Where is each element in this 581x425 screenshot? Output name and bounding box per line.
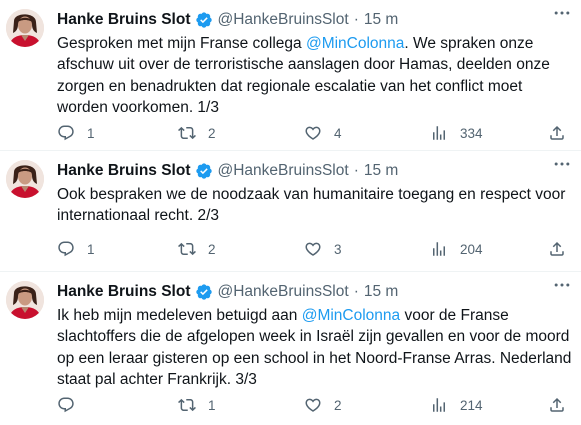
share-button[interactable] bbox=[548, 238, 566, 260]
avatar[interactable] bbox=[6, 160, 44, 198]
more-options-icon[interactable] bbox=[551, 155, 573, 173]
timestamp[interactable]: 15 m bbox=[364, 11, 398, 29]
reply-button[interactable]: 1 bbox=[57, 238, 95, 260]
separator: · bbox=[353, 11, 359, 28]
avatar[interactable] bbox=[6, 281, 44, 319]
heart-icon bbox=[304, 124, 322, 142]
retweet-button[interactable]: 1 bbox=[178, 394, 216, 416]
share-button[interactable] bbox=[548, 122, 566, 144]
retweet-count: 2 bbox=[208, 241, 216, 257]
verified-badge-icon bbox=[195, 11, 213, 29]
heart-icon bbox=[304, 240, 322, 258]
tweet[interactable]: Hanke Bruins Slot @HankeBruinsSlot · 15 … bbox=[0, 0, 581, 151]
retweet-icon bbox=[178, 396, 196, 414]
reply-count: 1 bbox=[87, 241, 95, 257]
tweet-text: Gesproken met mijn Franse collega @MinCo… bbox=[57, 33, 573, 118]
verified-badge-icon bbox=[195, 283, 213, 301]
more-options-icon[interactable] bbox=[551, 276, 573, 294]
views-chart-icon bbox=[430, 396, 448, 414]
share-icon bbox=[548, 396, 566, 414]
separator: · bbox=[353, 283, 359, 300]
share-icon bbox=[548, 124, 566, 142]
tweet-actions: 1 2 3 204 bbox=[0, 238, 581, 260]
views-chart-icon bbox=[430, 240, 448, 258]
retweet-count: 2 bbox=[208, 125, 216, 141]
tweet-actions: 1 2 4 334 bbox=[0, 122, 581, 144]
tweet-actions: 1 2 214 bbox=[0, 394, 581, 416]
reply-icon bbox=[57, 124, 75, 142]
share-icon bbox=[548, 240, 566, 258]
retweet-button[interactable]: 2 bbox=[178, 122, 216, 144]
reply-icon bbox=[57, 240, 75, 258]
author-name[interactable]: Hanke Bruins Slot bbox=[57, 11, 191, 29]
view-count: 334 bbox=[460, 125, 483, 141]
avatar[interactable] bbox=[6, 9, 44, 47]
tweet[interactable]: Hanke Bruins Slot @HankeBruinsSlot · 15 … bbox=[0, 272, 581, 425]
retweet-count: 1 bbox=[208, 397, 216, 413]
more-options-icon[interactable] bbox=[551, 4, 573, 22]
tweet-text-part: Gesproken met mijn Franse collega bbox=[57, 35, 306, 52]
views-button[interactable]: 334 bbox=[430, 122, 483, 144]
retweet-icon bbox=[178, 124, 196, 142]
share-button[interactable] bbox=[548, 394, 566, 416]
tweet-text-part: Ook bespraken we de noodzaak van humanit… bbox=[57, 186, 570, 225]
tweet-text: Ik heb mijn medeleven betuigd aan @MinCo… bbox=[57, 305, 573, 390]
separator: · bbox=[353, 162, 359, 179]
like-button[interactable]: 2 bbox=[304, 394, 342, 416]
author-handle[interactable]: @HankeBruinsSlot bbox=[218, 162, 349, 180]
author-handle[interactable]: @HankeBruinsSlot bbox=[218, 283, 349, 301]
heart-icon bbox=[304, 396, 322, 414]
mention-link[interactable]: @MinColonna bbox=[306, 35, 404, 52]
views-chart-icon bbox=[430, 124, 448, 142]
author-handle[interactable]: @HankeBruinsSlot bbox=[218, 11, 349, 29]
author-name[interactable]: Hanke Bruins Slot bbox=[57, 283, 191, 301]
tweet-text-part: Ik heb mijn medeleven betuigd aan bbox=[57, 307, 302, 324]
view-count: 204 bbox=[460, 241, 483, 257]
verified-badge-icon bbox=[195, 162, 213, 180]
like-count: 2 bbox=[334, 397, 342, 413]
tweet-text: Ook bespraken we de noodzaak van humanit… bbox=[57, 184, 573, 227]
tweet-header: Hanke Bruins Slot @HankeBruinsSlot · 15 … bbox=[57, 9, 571, 31]
views-button[interactable]: 214 bbox=[430, 394, 483, 416]
reply-count: 1 bbox=[87, 125, 95, 141]
view-count: 214 bbox=[460, 397, 483, 413]
retweet-button[interactable]: 2 bbox=[178, 238, 216, 260]
reply-icon bbox=[57, 396, 75, 414]
retweet-icon bbox=[178, 240, 196, 258]
like-button[interactable]: 4 bbox=[304, 122, 342, 144]
mention-link[interactable]: @MinColonna bbox=[302, 307, 400, 324]
timestamp[interactable]: 15 m bbox=[364, 162, 398, 180]
tweet-header: Hanke Bruins Slot @HankeBruinsSlot · 15 … bbox=[57, 160, 571, 182]
tweet-header: Hanke Bruins Slot @HankeBruinsSlot · 15 … bbox=[57, 281, 571, 303]
tweet[interactable]: Hanke Bruins Slot @HankeBruinsSlot · 15 … bbox=[0, 151, 581, 272]
like-button[interactable]: 3 bbox=[304, 238, 342, 260]
author-name[interactable]: Hanke Bruins Slot bbox=[57, 162, 191, 180]
reply-button[interactable] bbox=[57, 394, 75, 416]
like-count: 3 bbox=[334, 241, 342, 257]
reply-button[interactable]: 1 bbox=[57, 122, 95, 144]
like-count: 4 bbox=[334, 125, 342, 141]
timestamp[interactable]: 15 m bbox=[364, 283, 398, 301]
views-button[interactable]: 204 bbox=[430, 238, 483, 260]
